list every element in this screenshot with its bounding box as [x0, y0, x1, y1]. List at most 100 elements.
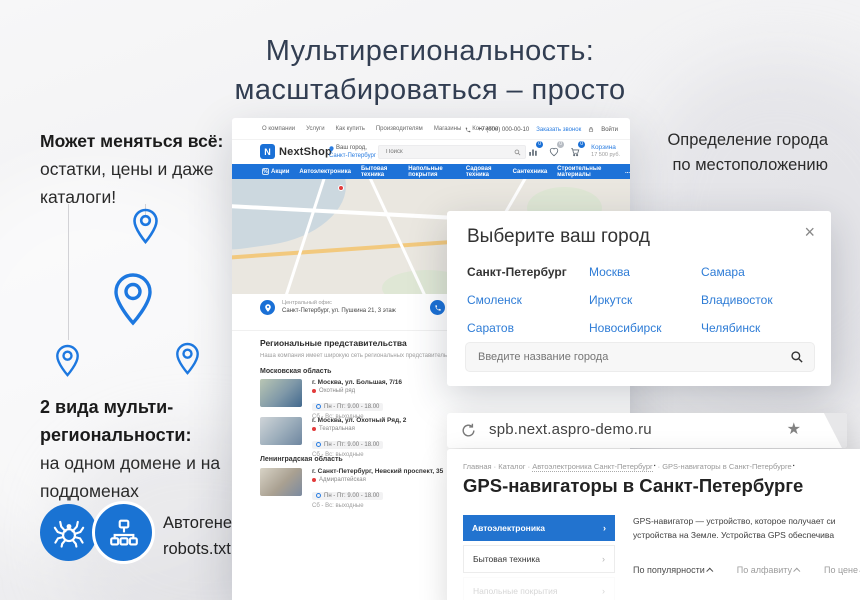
- browser-bar: spb.next.aspro-demo.ru ★: [447, 413, 847, 448]
- regional-section-title: Региональные представительства: [260, 338, 407, 348]
- breadcrumb-link[interactable]: Каталог: [498, 462, 525, 471]
- menu-item-more[interactable]: ...: [625, 169, 630, 175]
- sitemap-badge: [92, 501, 155, 564]
- favorites-badge: 0: [557, 141, 564, 148]
- sort-bar: По популярности По алфавиту По цене: [633, 565, 860, 575]
- lock-icon: [588, 126, 594, 133]
- city-link[interactable]: Самара: [701, 265, 821, 279]
- breadcrumb-link[interactable]: Автоэлектроника Санкт-Петербург: [532, 462, 653, 472]
- sidebar-item-active[interactable]: Автоэлектроника›: [463, 515, 615, 541]
- sidebar-item[interactable]: Напольные покрытия›: [463, 577, 615, 600]
- percent-icon: %: [262, 168, 269, 175]
- cart-icon[interactable]: 0: [570, 144, 581, 155]
- clock-icon: [316, 493, 321, 498]
- city-link[interactable]: Челябинск: [701, 321, 821, 335]
- login-link[interactable]: Войти: [601, 127, 618, 133]
- city-link[interactable]: Иркутск: [589, 293, 701, 307]
- guide-line: [68, 204, 69, 340]
- city-link[interactable]: Смоленск: [467, 293, 589, 307]
- top-link[interactable]: Магазины: [434, 126, 461, 132]
- refresh-icon[interactable]: [460, 422, 477, 439]
- store-photo: [260, 468, 302, 496]
- map-pin-icon: [175, 342, 200, 375]
- city-modal: Выберите ваш город × Санкт-Петербург Мос…: [447, 211, 831, 386]
- search-icon: [514, 149, 521, 156]
- menu-item[interactable]: Автоэлектроника: [299, 169, 351, 175]
- bookmark-star-icon[interactable]: ★: [787, 419, 801, 439]
- city-link[interactable]: Новосибирск: [589, 321, 701, 335]
- sitemap-icon: [108, 517, 140, 549]
- city-search[interactable]: [465, 342, 815, 372]
- chevron-up-icon: [706, 568, 713, 575]
- city-link[interactable]: Саратов: [467, 321, 589, 335]
- sidebar-item[interactable]: Бытовая техника›: [463, 545, 615, 573]
- region-heading: Московская область: [260, 368, 331, 375]
- sort-price[interactable]: По цене: [824, 565, 860, 575]
- menu-item[interactable]: Сантехника: [513, 169, 548, 175]
- shop-search[interactable]: [378, 145, 526, 159]
- metro-icon: [312, 478, 316, 482]
- search-icon[interactable]: [790, 350, 804, 364]
- chevron-right-icon: ›: [602, 554, 605, 564]
- page-title: Мультирегиональность: масштабироваться –…: [0, 32, 860, 110]
- shop-search-input[interactable]: [384, 147, 504, 157]
- compare-badge: 0: [536, 141, 543, 148]
- map-marker: [338, 185, 344, 191]
- spider-icon: [52, 516, 86, 550]
- map-pin-icon: [112, 272, 154, 326]
- shop-phone: +7 (000) 000-00-10: [478, 127, 530, 133]
- chevron-up-icon: [793, 568, 800, 575]
- city-label: Ваш город,: [329, 144, 381, 152]
- store-photo: [260, 417, 302, 445]
- map-pin-icon: [55, 344, 80, 377]
- city-current[interactable]: Санкт-Петербург: [467, 265, 589, 279]
- contact-office: Центральный офисСанкт-Петербург, ул. Пуш…: [260, 300, 396, 315]
- menu-item-sale[interactable]: %Акции: [262, 168, 289, 175]
- cart-badge: 0: [578, 141, 585, 148]
- favorites-icon[interactable]: 0: [549, 144, 560, 155]
- top-link[interactable]: Услуги: [306, 126, 324, 132]
- phone-icon: [465, 127, 471, 133]
- url-text[interactable]: spb.next.aspro-demo.ru: [489, 421, 652, 438]
- chevron-right-icon: ›: [602, 586, 605, 596]
- menu-item[interactable]: Садовая техника: [466, 166, 503, 178]
- shop-logo[interactable]: N NextShop: [260, 144, 332, 159]
- breadcrumb-link[interactable]: Главная: [463, 462, 492, 471]
- menu-item[interactable]: Бытовая техника: [361, 166, 398, 178]
- robots-badge: [40, 504, 97, 561]
- top-link[interactable]: Как купить: [336, 126, 365, 132]
- chevron-right-icon: ›: [603, 523, 606, 533]
- top-link[interactable]: О компании: [262, 126, 295, 132]
- logo-mark: N: [260, 144, 275, 159]
- catalog-description: GPS-навигатор — устройство, которое полу…: [633, 515, 860, 542]
- modal-title: Выберите ваш город: [467, 226, 650, 248]
- menu-item[interactable]: Напольные покрытия: [408, 166, 456, 178]
- close-icon[interactable]: ×: [804, 222, 815, 243]
- breadcrumb-link[interactable]: GPS-навигаторы в Санкт-Петербурге: [662, 462, 791, 471]
- top-link[interactable]: Производителям: [376, 126, 423, 132]
- callback-link[interactable]: Заказать звонок: [536, 127, 581, 133]
- feature-text: Может меняться всё: остатки, цены и даже…: [40, 127, 248, 211]
- city-link[interactable]: Владивосток: [701, 293, 821, 307]
- compare-icon[interactable]: 0: [528, 144, 539, 155]
- pin-icon: [264, 304, 271, 312]
- cart-summary[interactable]: Корзина 17 500 руб.: [591, 144, 620, 158]
- sort-alphabet[interactable]: По алфавиту: [737, 565, 800, 575]
- catalog-page: Главная · Каталог · Автоэлектроника Санк…: [447, 449, 860, 600]
- catalog-heading: GPS-навигаторы в Санкт-Петербурге: [463, 475, 803, 497]
- metro-icon: [312, 389, 316, 393]
- breadcrumb: Главная · Каталог · Автоэлектроника Санк…: [463, 462, 794, 471]
- city-selector[interactable]: Санкт-Петербург ▾: [329, 152, 381, 160]
- map-pin-icon: [132, 208, 159, 244]
- phone-icon: [434, 304, 441, 311]
- region-heading: Ленинградская область: [260, 456, 343, 463]
- clock-icon: [316, 404, 321, 409]
- city-link[interactable]: Москва: [589, 265, 701, 279]
- shop-main-menu: %Акции Автоэлектроника Бытовая техника Н…: [232, 164, 630, 179]
- city-search-input[interactable]: [476, 348, 780, 366]
- multiregion-types-text: 2 вида мульти-региональности: на одном д…: [40, 393, 255, 505]
- sort-popularity[interactable]: По популярности: [633, 565, 713, 575]
- metro-icon: [312, 427, 316, 431]
- menu-item[interactable]: Строительные материалы: [557, 166, 615, 178]
- tab-edge: [805, 413, 847, 448]
